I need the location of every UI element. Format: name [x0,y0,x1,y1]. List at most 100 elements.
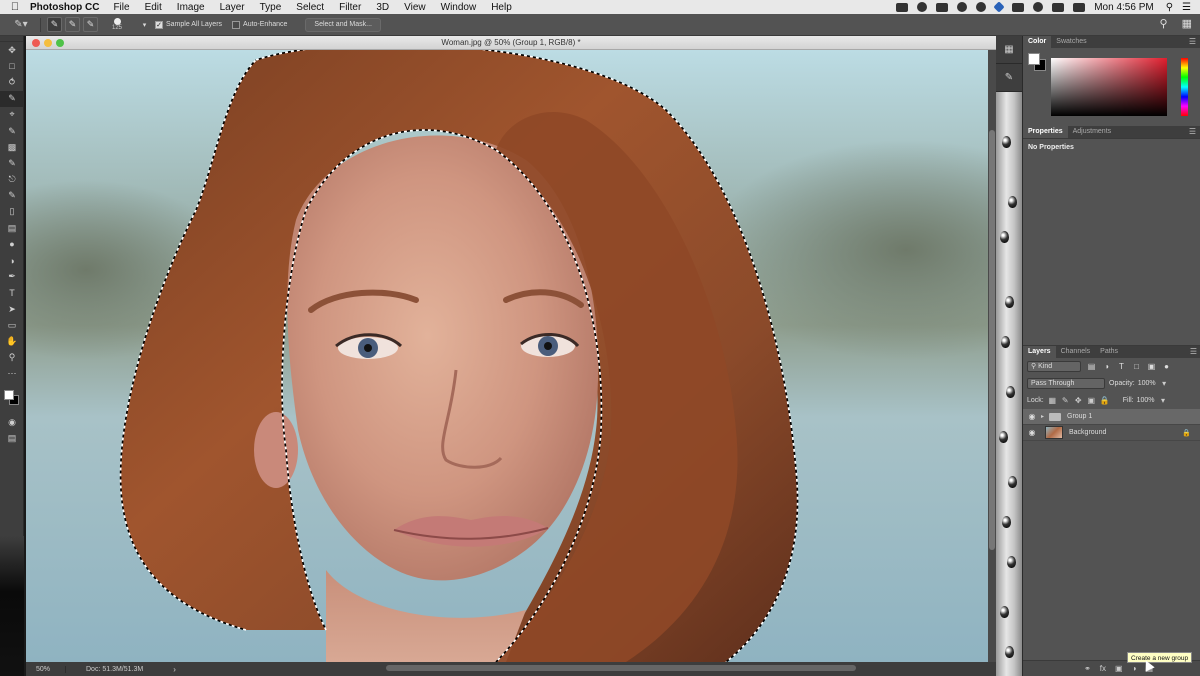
pen-tool-icon[interactable]: ✒ [0,269,24,285]
pixel-filter-icon[interactable]: ▤ [1087,362,1096,371]
menu-layer[interactable]: Layer [220,2,245,13]
more-tools-icon[interactable]: ⋯ [0,366,24,382]
vertical-scroll-thumb[interactable] [989,130,995,550]
brush-size-picker[interactable]: 125 [105,15,129,35]
lock-transparent-icon[interactable]: ▦ [1048,396,1057,405]
volume-icon[interactable] [1052,2,1065,12]
lock-pixels-icon[interactable]: ✎ [1061,396,1070,405]
tag-icon[interactable] [1012,2,1025,12]
status-info-menu-arrow[interactable]: › [173,665,176,674]
menu-view[interactable]: View [404,2,426,13]
app-name-menu[interactable]: Photoshop CC [30,2,99,13]
lock-all-icon[interactable]: 🔒 [1100,396,1110,405]
chevron-right-icon[interactable]: ▸ [1041,413,1049,420]
marquee-tool-icon[interactable]: □ [0,58,24,74]
type-tool-icon[interactable]: T [0,285,24,301]
select-and-mask-button[interactable]: Select and Mask... [305,17,381,32]
tab-adjustments[interactable]: Adjustments [1068,126,1117,138]
clock[interactable]: Mon 4:56 PM [1094,2,1153,13]
link-icon[interactable]: ⚭ [1084,664,1091,673]
rectangle-tool-icon[interactable]: ▭ [0,317,24,333]
camera-icon[interactable] [896,2,909,12]
time-machine-icon[interactable] [976,2,987,12]
lock-artboard-icon[interactable]: ▣ [1087,396,1096,405]
quick-mask-icon[interactable]: ◉ [0,414,24,430]
close-window-button[interactable] [32,39,40,47]
color-field[interactable] [1051,58,1167,116]
blur-tool-icon[interactable]: ● [0,236,24,252]
eye-icon[interactable]: ◉ [1023,428,1041,437]
screen-mode-icon[interactable]: ▤ [0,430,24,446]
menu-help[interactable]: Help [491,2,512,13]
eyedropper-tool-icon[interactable]: ✎ [0,123,24,139]
brush-panel-icon[interactable]: ✎ [996,64,1022,92]
blend-mode-dropdown[interactable]: Pass Through [1027,378,1105,389]
adjustment-filter-icon[interactable]: ◑ [1102,362,1111,371]
minimize-window-button[interactable] [44,39,52,47]
image-canvas[interactable] [26,50,988,662]
tool-preset-picker[interactable]: ✎▾ [8,17,34,33]
tab-properties[interactable]: Properties [1023,126,1068,138]
eye-icon[interactable]: ◉ [1023,412,1041,421]
opacity-value[interactable]: 100% [1138,380,1156,387]
filter-kind-dropdown[interactable]: ⚲ Kind [1027,361,1081,372]
fx-icon[interactable]: fx [1100,664,1106,673]
notification-center-icon[interactable]: ☰ [1182,2,1191,13]
dropbox-icon[interactable] [993,1,1005,13]
quick-selection-tool-icon[interactable]: ✎ [0,90,24,107]
mask-icon[interactable]: ▣ [1115,664,1123,673]
crop-tool-icon[interactable]: ⌖ [0,107,24,123]
lasso-tool-icon[interactable]: ⥀ [0,74,24,90]
battery-icon[interactable] [936,2,949,12]
vertical-scrollbar[interactable] [988,50,996,662]
menu-select[interactable]: Select [296,2,324,13]
history-brush-tool-icon[interactable]: ✎ [0,188,24,204]
creative-cloud-icon[interactable] [917,2,928,12]
clone-stamp-tool-icon[interactable]: ⎋ [0,172,24,188]
filter-toggle-icon[interactable]: ● [1162,362,1171,371]
hand-tool-icon[interactable]: ✋ [0,333,24,349]
zoom-level-field[interactable]: 50% [26,665,66,673]
menu-filter[interactable]: Filter [339,2,361,13]
tab-layers[interactable]: Layers [1023,346,1056,358]
tab-color[interactable]: Color [1023,36,1052,48]
add-to-selection-button[interactable]: ✎ [65,17,80,32]
foreground-color-chip[interactable] [1028,53,1040,65]
battery-level-icon[interactable] [1073,2,1086,12]
smart-object-filter-icon[interactable]: ▣ [1147,362,1156,371]
tab-swatches[interactable]: Swatches [1051,36,1091,48]
type-filter-icon[interactable]: T [1117,362,1126,371]
menu-image[interactable]: Image [177,2,205,13]
gradient-tool-icon[interactable]: ▤ [0,220,24,236]
eraser-tool-icon[interactable]: ▯ [0,204,24,220]
brush-tool-icon[interactable]: ✎ [0,155,24,171]
panel-menu-icon[interactable]: ☰ [1190,347,1197,356]
menu-edit[interactable]: Edit [145,2,162,13]
shape-filter-icon[interactable]: □ [1132,362,1141,371]
tab-channels[interactable]: Channels [1056,346,1096,358]
opacity-dropdown-icon[interactable]: ▾ [1160,379,1169,388]
foreground-color-swatch[interactable] [4,389,14,400]
document-titlebar[interactable]: Woman.jpg @ 50% (Group 1, RGB/8) * [26,36,996,50]
horizontal-scrollbar[interactable] [386,665,856,671]
wifi-icon[interactable] [1033,2,1044,12]
menu-window[interactable]: Window [441,2,477,13]
brush-settings-dropdown[interactable]: ▾ [137,17,152,32]
move-tool-icon[interactable]: ✥ [0,42,24,58]
auto-enhance-checkbox[interactable] [232,20,241,29]
sample-all-layers-checkbox[interactable]: ✓ [155,20,163,29]
search-icon[interactable]: ⚲ [1160,17,1168,30]
hue-slider[interactable] [1181,58,1188,116]
zoom-window-button[interactable] [56,39,64,47]
layer-row-group-1[interactable]: ◉ ▸ Group 1 [1023,409,1200,425]
panel-menu-icon[interactable]: ☰ [1189,37,1196,46]
subtract-from-selection-button[interactable]: ✎ [83,17,98,32]
menu-type[interactable]: Type [260,2,282,13]
sync-icon[interactable] [957,2,968,12]
layer-row-background[interactable]: ◉ Background 🔒 [1023,425,1200,441]
workspace-icon[interactable]: ▦ [1182,17,1192,30]
tab-paths[interactable]: Paths [1095,346,1123,358]
path-selection-tool-icon[interactable]: ➤ [0,301,24,317]
healing-brush-tool-icon[interactable]: ▩ [0,139,24,155]
menu-file[interactable]: File [113,2,129,13]
